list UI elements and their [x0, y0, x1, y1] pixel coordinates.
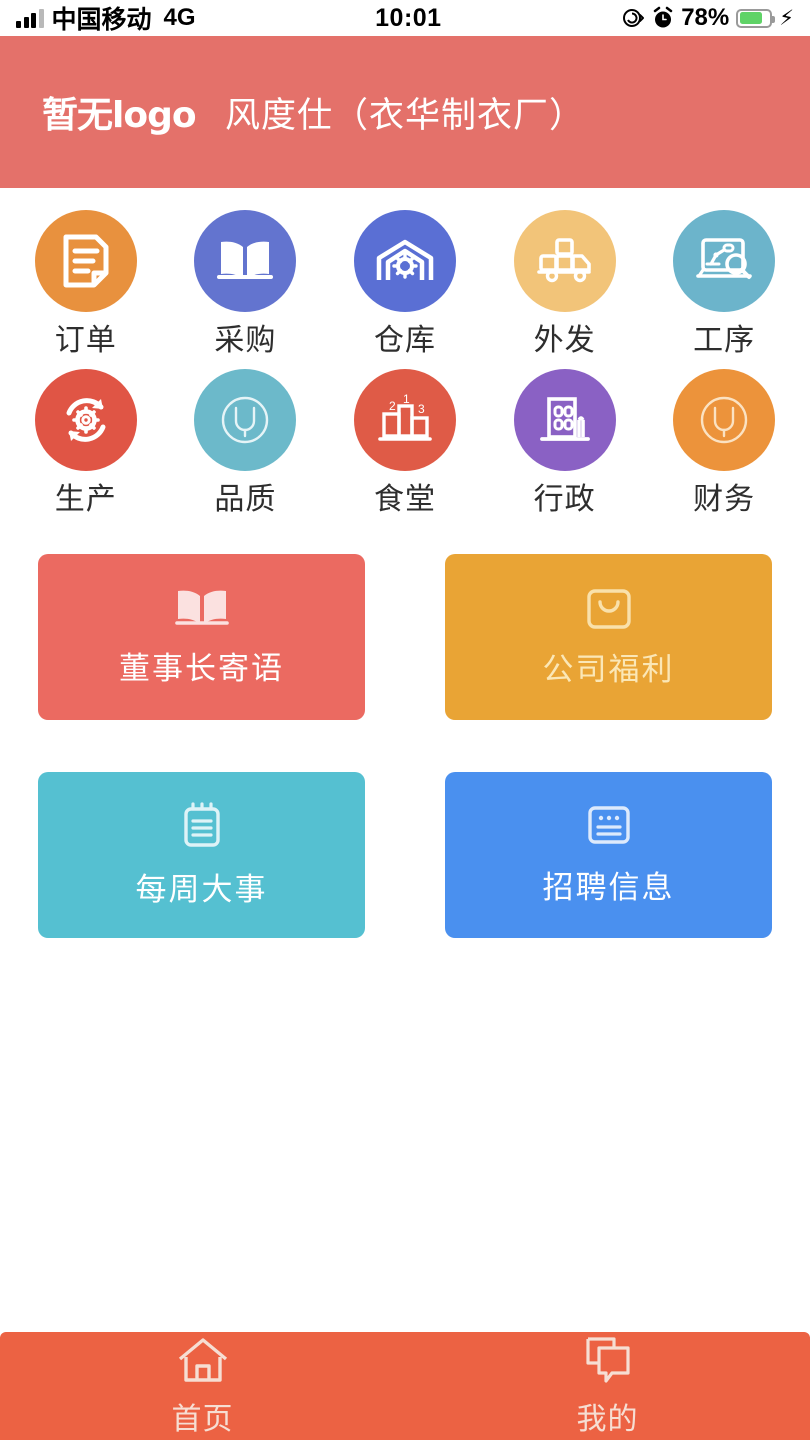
circled-v-icon	[700, 396, 748, 444]
svg-text:2: 2	[389, 399, 396, 413]
tab-home[interactable]: 首页	[0, 1335, 405, 1438]
app-icon-circle	[194, 369, 297, 471]
app-tile-label: 生产	[54, 483, 117, 516]
feature-cards: 董事长寄语 公司福利 每周大事 招聘信息	[0, 528, 810, 990]
app-icon-circle	[34, 369, 137, 471]
tab-mine[interactable]: 我的	[405, 1335, 810, 1438]
status-bar-right: 78% ⚡	[621, 4, 794, 32]
carrier-label: 中国移动	[51, 6, 152, 34]
app-icon-circle	[194, 210, 297, 312]
circled-v-icon	[222, 396, 269, 444]
company-logo-placeholder: 暂无logo	[42, 95, 197, 136]
open-book-icon	[217, 241, 274, 279]
svg-text:3: 3	[418, 402, 425, 416]
app-tile-label: 订单	[54, 324, 117, 357]
status-bar-left: 中国移动 4G	[16, 0, 196, 36]
card-label: 公司福利	[542, 652, 675, 687]
app-tile-label: 品质	[214, 483, 277, 516]
alarm-clock-icon	[653, 6, 673, 28]
app-tile-label: 仓库	[373, 324, 436, 357]
app-icon-circle	[513, 210, 616, 312]
card-label: 董事长寄语	[119, 651, 284, 686]
home-icon	[176, 1335, 230, 1390]
lightning-bolt-icon: ⚡	[779, 6, 794, 30]
app-screen: 中国移动 4G 10:01 78% ⚡ 暂无logo 风度仕（衣华制衣厂） 订单…	[0, 0, 810, 1440]
tab-label: 首页	[171, 1402, 234, 1436]
app-header: 暂无logo 风度仕（衣华制衣厂）	[0, 36, 810, 188]
card-label: 招聘信息	[542, 870, 675, 905]
app-tile-canteen[interactable]: 2 1 3 食堂	[325, 369, 485, 528]
app-tile-label: 采购	[214, 324, 277, 357]
app-tile-finance[interactable]: 财务	[644, 369, 804, 528]
network-type-label: 4G	[163, 4, 196, 31]
laptop-robot-search-icon	[696, 238, 752, 279]
app-tile-production[interactable]: 生产	[6, 369, 166, 528]
rotation-lock-icon	[623, 9, 645, 27]
podium-ranking-icon: 2 1 3	[378, 394, 432, 441]
card-weekly-events[interactable]: 每周大事	[38, 772, 365, 938]
card-label: 每周大事	[135, 872, 268, 907]
app-tile-administration[interactable]: 行政	[485, 369, 645, 528]
app-tile-label: 行政	[533, 483, 596, 516]
app-icon-circle	[673, 210, 776, 312]
app-grid-row-1: 订单 采购 仓库 外发 工序	[6, 210, 804, 369]
app-tile-label: 工序	[693, 324, 756, 357]
battery-percent-label: 78%	[681, 4, 730, 31]
app-icon-circle	[353, 210, 456, 312]
open-book-icon	[174, 586, 230, 635]
news-article-icon	[584, 803, 634, 854]
app-grid-row-2: 生产 品质 2 1 3 食堂 行政 财务	[6, 369, 804, 528]
office-building-icon	[539, 397, 590, 441]
feature-cards-row-2: 每周大事 招聘信息	[38, 772, 772, 938]
app-tile-quality[interactable]: 品质	[166, 369, 326, 528]
app-icon-circle	[34, 210, 137, 312]
signal-bars-icon	[16, 8, 44, 28]
card-chairman-message[interactable]: 董事长寄语	[38, 554, 365, 720]
clipboard-icon	[178, 801, 226, 856]
card-company-benefits[interactable]: 公司福利	[445, 554, 772, 720]
app-grid: 订单 采购 仓库 外发 工序 生产 品质 2 1 3 食堂 行政 财务	[0, 188, 810, 528]
tab-label: 我的	[576, 1402, 639, 1436]
app-tile-label: 外发	[533, 324, 596, 357]
app-tile-warehouse[interactable]: 仓库	[325, 210, 485, 369]
app-icon-circle	[513, 369, 616, 471]
app-icon-circle	[673, 369, 776, 471]
app-tile-purchasing[interactable]: 采购	[166, 210, 326, 369]
gear-refresh-icon	[66, 398, 106, 442]
svg-text:1: 1	[403, 394, 410, 406]
document-icon	[63, 234, 109, 288]
shopping-bag-icon	[584, 585, 634, 636]
battery-icon	[736, 8, 776, 28]
warehouse-gear-icon	[376, 239, 434, 280]
chat-bubbles-icon	[582, 1335, 634, 1390]
card-recruitment-info[interactable]: 招聘信息	[445, 772, 772, 938]
feature-cards-row-1: 董事长寄语 公司福利	[38, 554, 772, 720]
app-tile-label: 食堂	[373, 483, 436, 516]
app-tile-orders[interactable]: 订单	[6, 210, 166, 369]
app-tile-process[interactable]: 工序	[644, 210, 804, 369]
status-bar: 中国移动 4G 10:01 78% ⚡	[0, 0, 810, 36]
bottom-tab-bar: 首页 我的	[0, 1332, 810, 1440]
status-bar-clock: 10:01	[375, 3, 442, 32]
delivery-truck-icon	[536, 238, 591, 283]
app-icon-circle: 2 1 3	[353, 369, 456, 471]
app-tile-outsourcing[interactable]: 外发	[485, 210, 645, 369]
app-tile-label: 财务	[693, 483, 756, 516]
